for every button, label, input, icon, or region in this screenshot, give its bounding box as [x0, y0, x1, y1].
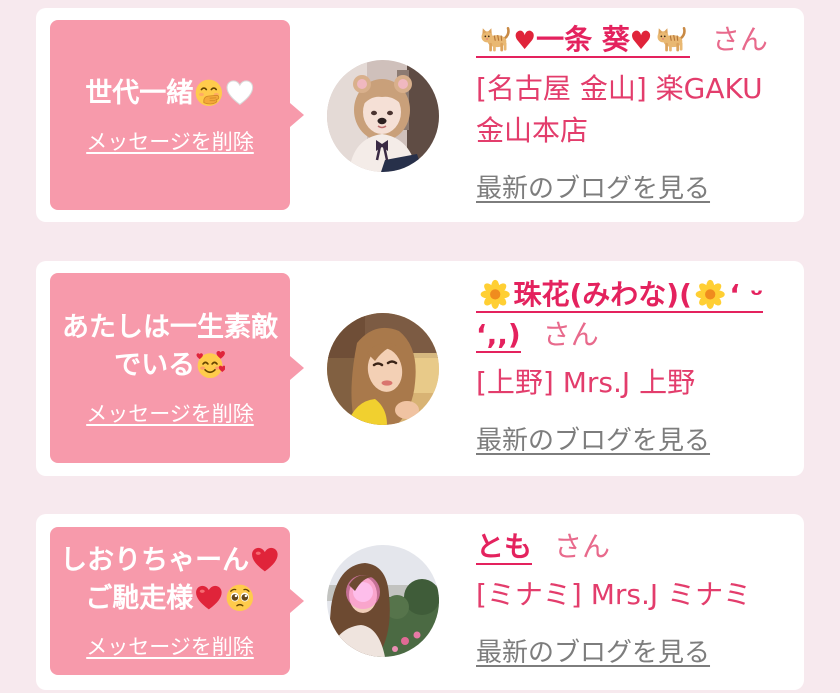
message-bubble: しおりちゃーん❤️ご馳走様❤️🥺 メッセージを削除: [50, 527, 304, 675]
blossom-emoji-icon: 🌼: [477, 279, 513, 310]
honorific: さん: [554, 530, 611, 563]
cast-name-link[interactable]: 🐈♥一条 葵♥🐈: [476, 23, 690, 58]
message-text: しおりちゃーん❤️ご馳走様❤️🥺: [60, 542, 280, 618]
cast-name-text: とも: [476, 530, 533, 563]
blog-link-row: 最新のブログを見る: [476, 633, 798, 673]
white-heart-emoji-icon: 🤍: [225, 78, 255, 108]
message-card: しおりちゃーん❤️ご馳走様❤️🥺 メッセージを削除 ともさん [ミナミ] Mrs…: [36, 514, 804, 690]
latest-blog-link[interactable]: 最新のブログを見る: [476, 426, 710, 456]
honorific: さん: [542, 318, 599, 351]
delete-message-link[interactable]: メッセージを削除: [86, 634, 254, 660]
honorific: さん: [711, 23, 768, 56]
cast-name-text: 一条 葵: [536, 23, 630, 56]
message-text-part: しおりちゃーん: [60, 545, 250, 576]
red-heart-emoji-graphic: [194, 583, 224, 613]
cast-info: 🐈♥一条 葵♥🐈さん [名古屋 金山] 楽GAKU 金山本店 最新のブログを見る: [476, 20, 798, 209]
cast-name-text: ‘,,): [476, 318, 521, 351]
blossom-emoji-graphic: [477, 279, 513, 310]
message-text-part: 世代一緒: [85, 78, 194, 109]
delete-message-link[interactable]: メッセージを削除: [86, 129, 254, 155]
hand-over-mouth-emoji-graphic: [194, 78, 224, 108]
pleading-face-emoji-icon: 🥺: [225, 583, 255, 613]
name-line: とも さん: [476, 527, 798, 567]
message-text: 世代一緒🤭🤍: [85, 75, 255, 113]
latest-blog-link[interactable]: 最新のブログを見る: [476, 638, 710, 668]
shop-name: [ミナミ] Mrs.J ミナミ: [476, 578, 752, 611]
message-text: あたしは一生素敵でいる🥰: [62, 309, 278, 385]
message-bubble: あたしは一生素敵でいる🥰 メッセージを削除: [50, 273, 304, 463]
cast-name-text: ‘ ᵕ: [729, 278, 764, 311]
cat-emoji-icon: 🐈: [653, 24, 689, 55]
message-card: あたしは一生素敵でいる🥰 メッセージを削除 🌼珠花(みわな)(🌼‘ ᵕ‘,,)さ…: [36, 261, 804, 476]
smiling-face-with-hearts-emoji-graphic: [196, 350, 226, 380]
red-heart-emoji-icon: ❤️: [250, 545, 280, 575]
delete-message-link[interactable]: メッセージを削除: [86, 401, 254, 427]
avatar-photo: [327, 545, 439, 657]
avatar[interactable]: [327, 545, 439, 657]
red-heart-emoji-icon: ❤️: [194, 583, 224, 613]
blossom-emoji-graphic: [692, 279, 728, 310]
cast-name-link[interactable]: とも: [476, 530, 533, 565]
cat-emoji-graphic: [653, 24, 689, 55]
message-bubble: 世代一緒🤭🤍 メッセージを削除: [50, 20, 304, 210]
cast-name-text: 珠花(みわな)(: [513, 278, 692, 311]
cast-name-link[interactable]: 🌼珠花(みわな)(🌼‘ ᵕ‘,,): [476, 278, 764, 353]
blog-link-row: 最新のブログを見る: [476, 169, 798, 209]
cat-emoji-icon: 🐈: [477, 24, 513, 55]
name-line: 🐈♥一条 葵♥🐈さん: [476, 20, 798, 61]
cast-info: 🌼珠花(みわな)(🌼‘ ᵕ‘,,)さん [上野] Mrs.J 上野 最新のブログ…: [476, 275, 798, 461]
cat-emoji-graphic: [477, 24, 513, 55]
avatar-photo: [327, 60, 439, 172]
blog-link-row: 最新のブログを見る: [476, 421, 798, 461]
heart-symbol: ♥: [513, 26, 537, 55]
shop-name: [上野] Mrs.J 上野: [476, 366, 696, 399]
message-text-part: ご馳走様: [85, 583, 194, 614]
red-heart-emoji-graphic: [250, 545, 280, 575]
message-text-part: あたしは一生素敵: [62, 312, 278, 343]
avatar[interactable]: [327, 60, 439, 172]
pleading-face-emoji-graphic: [225, 583, 255, 613]
latest-blog-link[interactable]: 最新のブログを見る: [476, 174, 710, 204]
avatar-photo: [327, 313, 439, 425]
white-heart-emoji-graphic: [225, 78, 255, 108]
blossom-emoji-icon: 🌼: [692, 279, 728, 310]
cast-info: とも さん [ミナミ] Mrs.J ミナミ 最新のブログを見る: [476, 527, 798, 673]
message-card: 世代一緒🤭🤍 メッセージを削除 🐈♥一条 葵♥🐈さん: [36, 8, 804, 222]
shop-name: [名古屋 金山] 楽GAKU 金山本店: [476, 72, 763, 147]
name-line: 🌼珠花(みわな)(🌼‘ ᵕ‘,,)さん: [476, 275, 798, 355]
hand-over-mouth-emoji-icon: 🤭: [194, 78, 224, 108]
smiling-face-with-hearts-emoji-icon: 🥰: [196, 350, 226, 380]
avatar[interactable]: [327, 313, 439, 425]
message-text-part: でいる: [114, 350, 196, 381]
heart-symbol: ♥: [629, 26, 653, 55]
